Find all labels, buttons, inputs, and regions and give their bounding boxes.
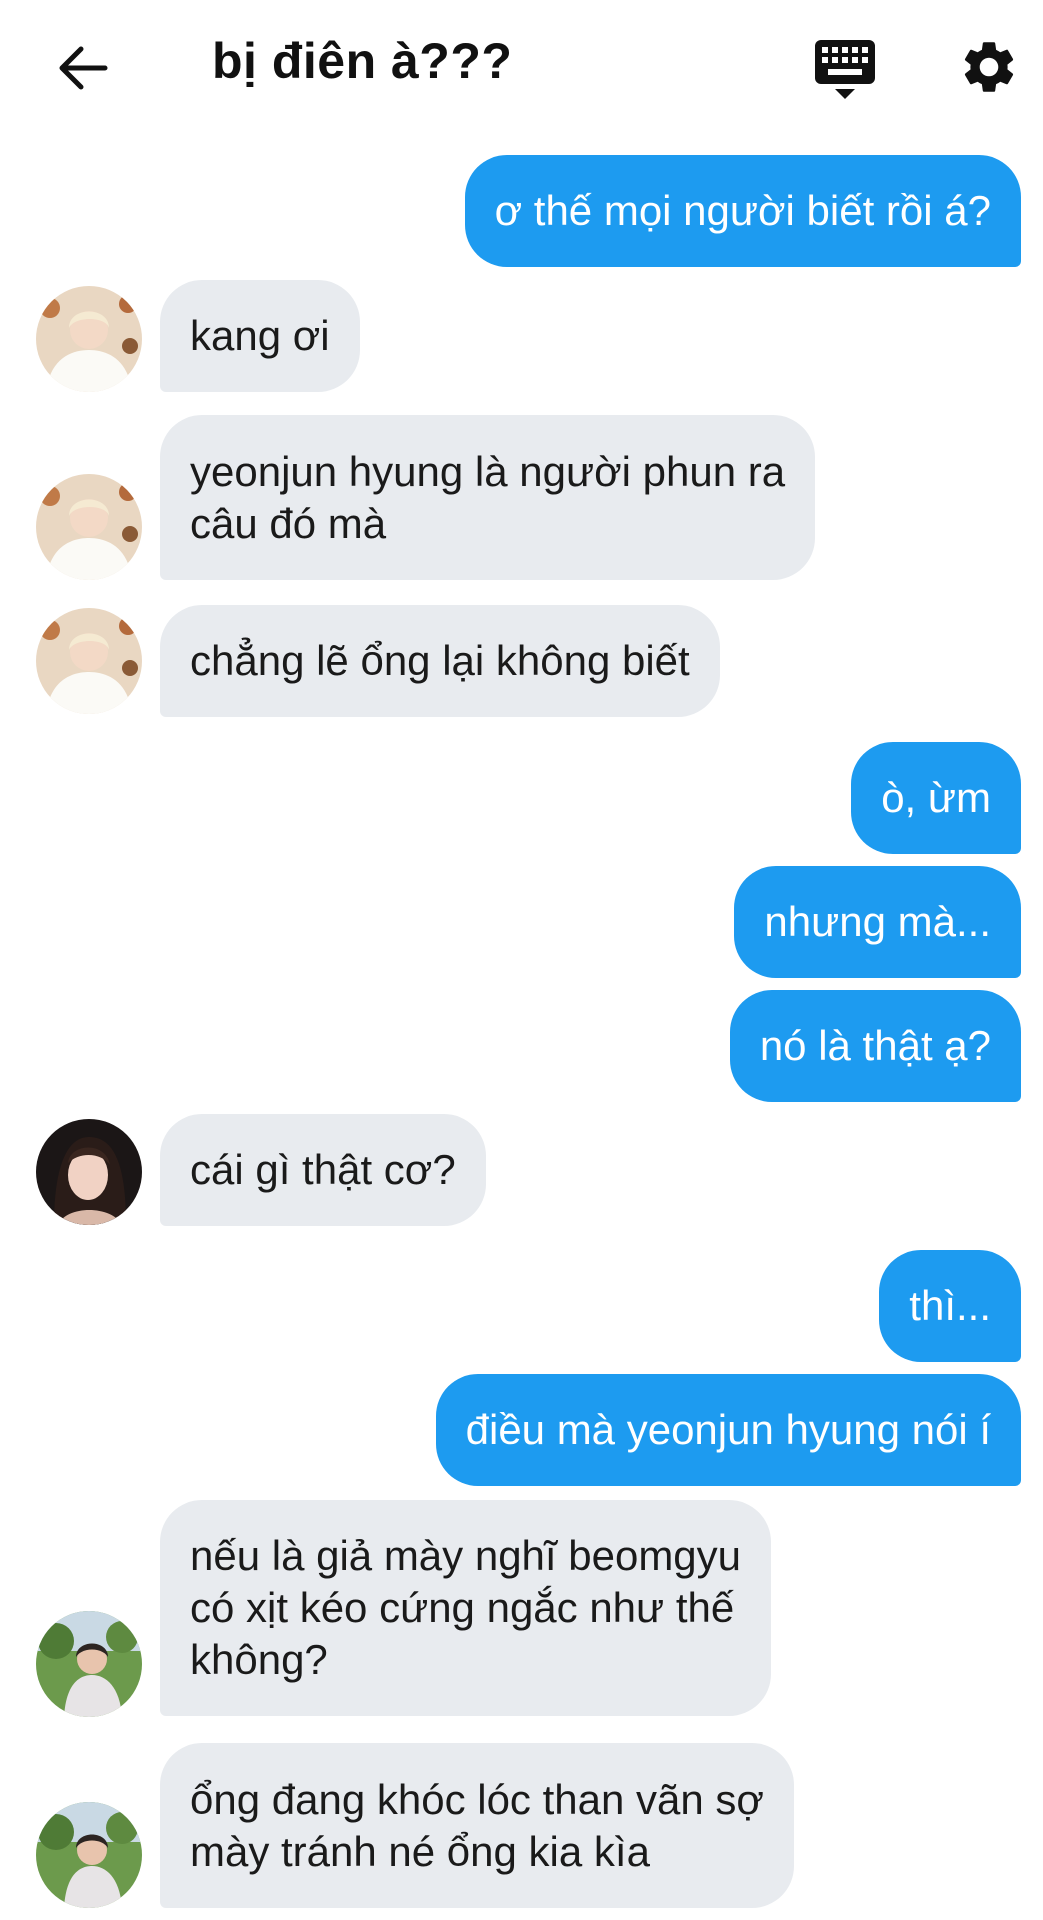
gear-icon: [964, 42, 1014, 92]
avatar-white-sweater-icon: [36, 474, 142, 580]
chat-title: bị điên à???: [212, 33, 513, 89]
avatar-white-sweater-icon: [36, 608, 142, 714]
message-bubble-incoming[interactable]: ổng đang khóc lóc than vãn sợ mày tránh …: [160, 1743, 794, 1908]
avatar-white-sweater-icon: [36, 286, 142, 392]
message-bubble-outgoing[interactable]: thì...: [879, 1250, 1021, 1362]
avatar[interactable]: [36, 286, 142, 392]
avatar[interactable]: [36, 1802, 142, 1908]
keyboard-button[interactable]: [812, 36, 878, 102]
avatar[interactable]: [36, 1611, 142, 1717]
message-bubble-outgoing[interactable]: nhưng mà...: [734, 866, 1021, 978]
arrow-left-icon: [59, 46, 108, 90]
avatar[interactable]: [36, 1119, 142, 1225]
message-bubble-incoming[interactable]: chẳng lẽ ổng lại không biết: [160, 605, 720, 717]
message-bubble-incoming[interactable]: nếu là giả mày nghĩ beomgyu có xịt kéo c…: [160, 1500, 772, 1716]
message-bubble-outgoing[interactable]: điều mà yeonjun hyung nói í: [435, 1374, 1021, 1486]
avatar-outdoor-icon: [36, 1611, 142, 1717]
message-bubble-outgoing[interactable]: ò, ừm: [851, 742, 1021, 854]
message-bubble-incoming[interactable]: kang ơi: [160, 280, 360, 392]
avatar[interactable]: [36, 608, 142, 714]
back-button[interactable]: [52, 38, 112, 98]
message-bubble-outgoing[interactable]: ơ thế mọi người biết rồi á?: [464, 155, 1021, 267]
message-bubble-outgoing[interactable]: nó là thật ạ?: [729, 990, 1021, 1102]
avatar[interactable]: [36, 474, 142, 580]
message-bubble-incoming[interactable]: yeonjun hyung là người phun ra câu đó mà: [160, 415, 816, 580]
chat-header: bị điên à???: [0, 0, 1043, 130]
message-bubble-incoming[interactable]: cái gì thật cơ?: [160, 1114, 486, 1226]
keyboard-icon: [815, 40, 875, 99]
settings-button[interactable]: [958, 36, 1020, 98]
avatar-outdoor-icon: [36, 1802, 142, 1908]
avatar-dark-hair-icon: [36, 1119, 142, 1225]
